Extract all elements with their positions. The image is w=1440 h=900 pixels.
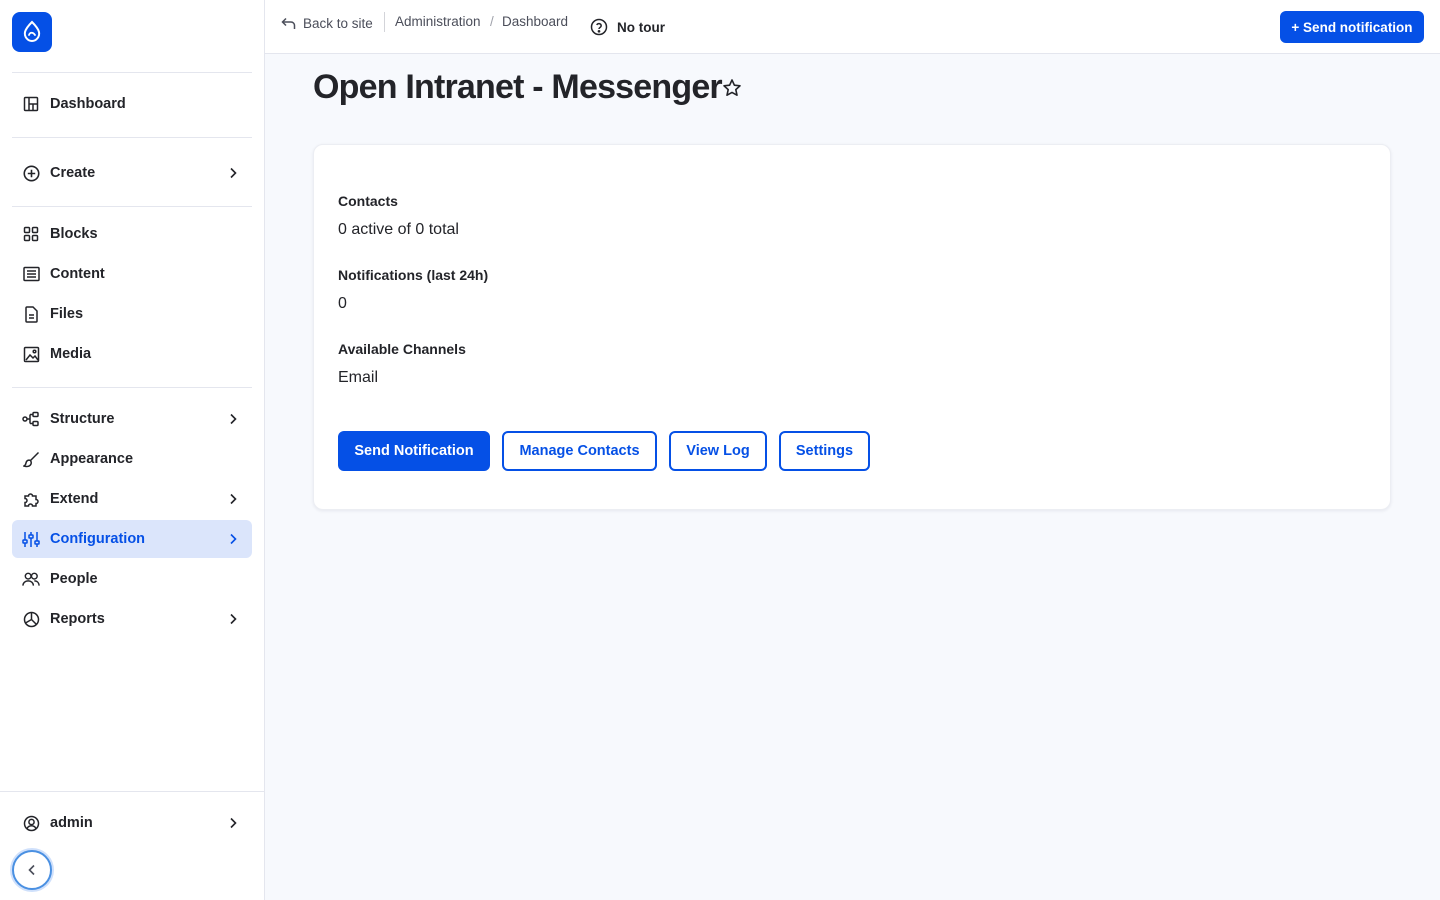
- chevron-right-icon[interactable]: [224, 410, 242, 428]
- back-to-site-label: Back to site: [303, 15, 373, 31]
- contacts-value: 0 active of 0 total: [338, 221, 459, 238]
- chevron-left-icon: [28, 864, 35, 876]
- sidebar-item-label: Files: [50, 306, 84, 322]
- channels-value: Email: [338, 369, 379, 386]
- sidebar-item-extend[interactable]: Extend: [12, 480, 252, 518]
- sidebar-item-label: Create: [50, 165, 96, 181]
- manage-contacts-button[interactable]: Manage Contacts: [502, 431, 657, 471]
- chevron-right-icon[interactable]: [224, 610, 242, 628]
- star-icon: [723, 79, 741, 96]
- puzzle-icon: [22, 490, 40, 508]
- chevron-right-icon[interactable]: [224, 530, 242, 548]
- breadcrumb-administration[interactable]: Administration: [395, 14, 481, 29]
- sidebar-item-label: Extend: [50, 491, 99, 507]
- sidebar-item-label: Blocks: [50, 226, 98, 242]
- notifications-label: Notifications (last 24h): [338, 267, 489, 283]
- sidebar-item-admin[interactable]: admin: [12, 804, 252, 842]
- sidebar-item-label: admin: [50, 815, 93, 831]
- drupal-logo[interactable]: [12, 12, 52, 52]
- sidebar-item-label: Content: [50, 266, 105, 282]
- sidebar-item-blocks[interactable]: Blocks: [12, 215, 252, 253]
- plus-circle-icon: [22, 164, 40, 182]
- sidebar-item-reports[interactable]: Reports: [12, 600, 252, 638]
- people-icon: [22, 570, 40, 588]
- sidebar-item-label: People: [50, 571, 98, 587]
- sidebar-divider: [12, 137, 252, 138]
- sidebar-divider: [12, 387, 252, 388]
- contacts-label: Contacts: [338, 193, 398, 209]
- back-to-site-link[interactable]: Back to site: [281, 12, 373, 34]
- dashboard-icon: [22, 95, 40, 113]
- sidebar: Dashboard Create Blocks Content Files Me…: [0, 0, 265, 900]
- sidebar-item-content[interactable]: Content: [12, 255, 252, 293]
- user-circle-icon: [22, 814, 40, 832]
- chevron-right-icon[interactable]: [224, 490, 242, 508]
- tour-button[interactable]: No tour: [590, 17, 665, 37]
- settings-button[interactable]: Settings: [779, 431, 870, 471]
- sidebar-item-dashboard[interactable]: Dashboard: [12, 85, 252, 123]
- sidebar-item-label: Configuration: [50, 531, 146, 547]
- send-notification-top-button[interactable]: + Send notification: [1280, 11, 1424, 43]
- messenger-summary-card: Contacts 0 active of 0 total Notificatio…: [313, 144, 1391, 510]
- back-arrow-icon: [281, 15, 297, 31]
- sidebar-item-people[interactable]: People: [12, 560, 252, 598]
- sidebar-item-configuration[interactable]: Configuration: [12, 520, 252, 558]
- sidebar-item-structure[interactable]: Structure: [12, 400, 252, 438]
- sidebar-item-label: Appearance: [50, 451, 134, 467]
- sidebar-item-label: Structure: [50, 411, 115, 427]
- media-icon: [22, 345, 40, 363]
- tour-label: No tour: [617, 19, 665, 35]
- files-icon: [22, 305, 40, 323]
- notifications-value: 0: [338, 295, 347, 312]
- send-notification-button[interactable]: Send Notification: [338, 431, 490, 471]
- sidebar-item-label: Media: [50, 346, 92, 362]
- sidebar-item-label: Reports: [50, 611, 105, 627]
- sidebar-divider: [12, 206, 252, 207]
- sidebar-item-create[interactable]: Create: [12, 154, 252, 192]
- structure-icon: [22, 410, 40, 428]
- blocks-icon: [22, 225, 40, 243]
- chevron-right-icon[interactable]: [224, 814, 242, 832]
- top-toolbar: Back to site Administration / Dashboard …: [265, 0, 1440, 54]
- question-circle-icon: [590, 18, 608, 36]
- reports-icon: [22, 610, 40, 628]
- sidebar-item-label: Dashboard: [50, 96, 126, 112]
- channels-label: Available Channels: [338, 341, 466, 357]
- breadcrumb-separator: /: [490, 14, 494, 29]
- drupal-drop-icon: [23, 20, 41, 43]
- content-icon: [22, 265, 40, 283]
- toolbar-divider: [384, 12, 385, 32]
- sidebar-item-appearance[interactable]: Appearance: [12, 440, 252, 478]
- sidebar-item-media[interactable]: Media: [12, 335, 252, 373]
- sidebar-divider: [0, 791, 264, 792]
- breadcrumb-dashboard[interactable]: Dashboard: [502, 14, 568, 29]
- brush-icon: [22, 450, 40, 468]
- chevron-right-icon[interactable]: [224, 164, 242, 182]
- favorite-star-button[interactable]: [722, 78, 742, 98]
- sidebar-divider: [12, 72, 252, 73]
- view-log-button[interactable]: View Log: [669, 431, 767, 471]
- page-title: Open Intranet - Messenger: [313, 68, 723, 106]
- sidebar-collapse-button[interactable]: [12, 850, 52, 890]
- sidebar-item-files[interactable]: Files: [12, 295, 252, 333]
- sliders-icon: [22, 530, 40, 548]
